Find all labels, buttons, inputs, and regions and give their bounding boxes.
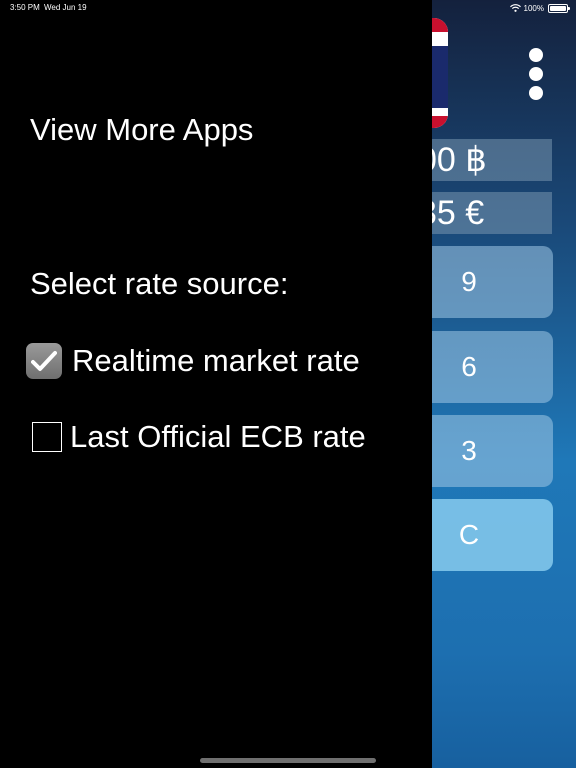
view-more-apps-link[interactable]: View More Apps	[30, 112, 253, 148]
battery-percent: 100%	[523, 3, 544, 13]
checked-checkbox-icon[interactable]	[26, 343, 62, 379]
ecb-rate-label: Last Official ECB rate	[70, 419, 366, 454]
realtime-rate-label: Realtime market rate	[72, 343, 360, 378]
rate-source-heading: Select rate source:	[30, 266, 289, 301]
home-indicator[interactable]	[200, 758, 376, 763]
unchecked-checkbox-icon[interactable]	[32, 422, 62, 452]
battery-icon	[548, 3, 570, 13]
status-right: 100%	[509, 2, 570, 14]
status-date: Wed Jun 19	[44, 3, 87, 12]
ecb-rate-option[interactable]: Last Official ECB rate	[26, 419, 366, 455]
realtime-rate-option[interactable]: Realtime market rate	[26, 343, 360, 379]
status-time: 3:50 PM	[10, 3, 40, 12]
side-drawer: 3:50 PM Wed Jun 19 View More Apps Select…	[0, 0, 432, 768]
wifi-icon	[509, 4, 521, 12]
more-options-icon[interactable]	[524, 48, 548, 100]
